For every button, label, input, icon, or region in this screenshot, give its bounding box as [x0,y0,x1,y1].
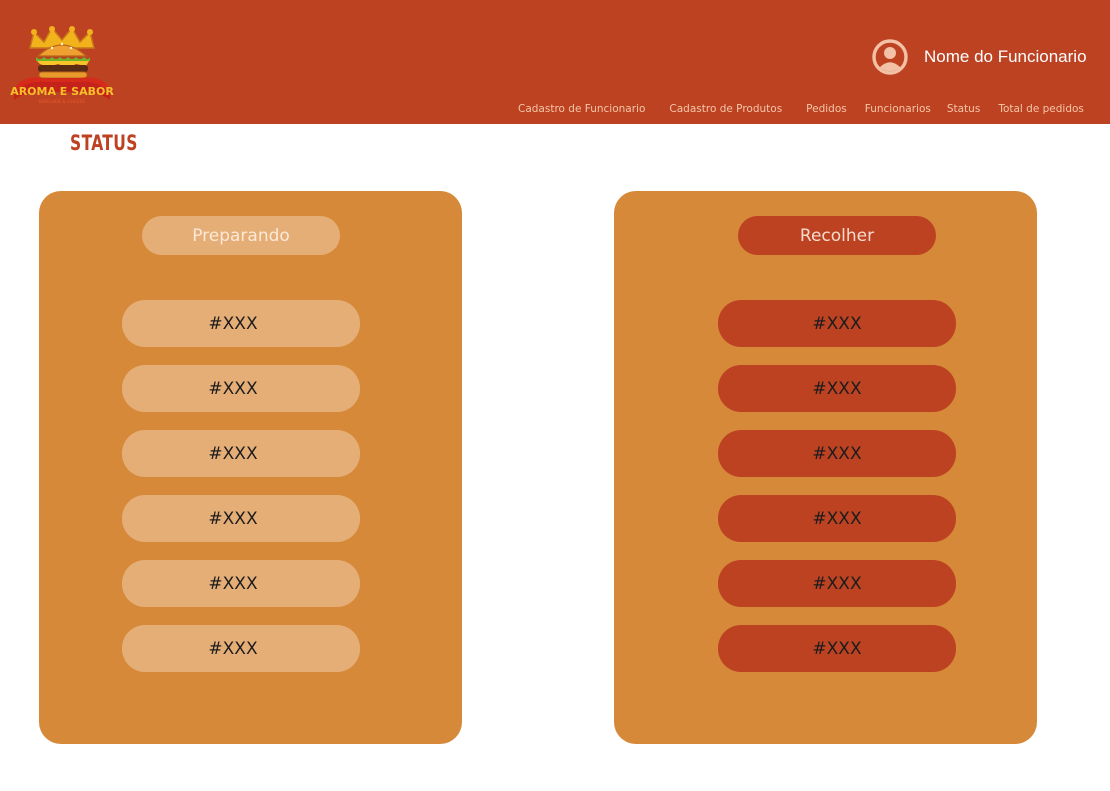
order-pill[interactable]: #XXX [122,300,360,347]
order-pill[interactable]: #XXX [718,560,956,607]
order-number: #XXX [812,313,862,334]
order-pill[interactable]: #XXX [718,430,956,477]
user-name: Nome do Funcionario [924,47,1087,66]
order-number: #XXX [208,573,258,594]
order-pill[interactable]: #XXX [122,430,360,477]
logo-text: AROMA E SABOR [10,85,114,98]
order-pill[interactable]: #XXX [122,495,360,542]
user-circle-icon[interactable] [871,38,909,76]
nav-funcionarios[interactable]: Funcionarios [865,103,931,115]
top-bar: AROMA E SABOR BURGUER & CHEESE Nome do F… [0,0,1110,124]
preparing-panel: Preparando #XXX #XXX #XXX #XXX #XXX #XXX [39,191,462,744]
logo-tagline: BURGUER & CHEESE [39,99,86,105]
pickup-header-button[interactable]: Recolher [738,216,936,255]
pickup-order-list: #XXX #XXX #XXX #XXX #XXX #XXX [718,300,956,690]
order-pill[interactable]: #XXX [718,365,956,412]
order-pill[interactable]: #XXX [122,625,360,672]
order-pill[interactable]: #XXX [122,365,360,412]
order-number: #XXX [208,443,258,464]
nav-pedidos[interactable]: Pedidos [806,103,847,115]
nav-cadastro-produtos[interactable]: Cadastro de Produtos [669,103,782,115]
order-number: #XXX [208,378,258,399]
nav-status[interactable]: Status [947,103,980,115]
burger-logo-icon: AROMA E SABOR BURGUER & CHEESE [10,26,114,105]
page-title: STATUS [70,131,138,155]
order-number: #XXX [208,313,258,334]
order-pill[interactable]: #XXX [122,560,360,607]
nav-total-pedidos[interactable]: Total de pedidos [998,103,1084,115]
order-number: #XXX [812,573,862,594]
brand-logo[interactable]: AROMA E SABOR BURGUER & CHEESE [10,26,114,106]
pickup-panel: Recolher #XXX #XXX #XXX #XXX #XXX #XXX [614,191,1037,744]
preparing-order-list: #XXX #XXX #XXX #XXX #XXX #XXX [122,300,360,690]
preparing-header-button[interactable]: Preparando [142,216,340,255]
order-pill[interactable]: #XXX [718,495,956,542]
order-number: #XXX [208,508,258,529]
order-number: #XXX [812,443,862,464]
order-number: #XXX [812,508,862,529]
order-pill[interactable]: #XXX [718,300,956,347]
user-menu[interactable]: Nome do Funcionario [871,38,1087,76]
order-number: #XXX [208,638,258,659]
nav-cadastro-funcionario[interactable]: Cadastro de Funcionario [518,103,645,115]
order-number: #XXX [812,378,862,399]
order-number: #XXX [812,638,862,659]
order-pill[interactable]: #XXX [718,625,956,672]
main-nav: Cadastro de Funcionario Cadastro de Prod… [518,101,1084,117]
